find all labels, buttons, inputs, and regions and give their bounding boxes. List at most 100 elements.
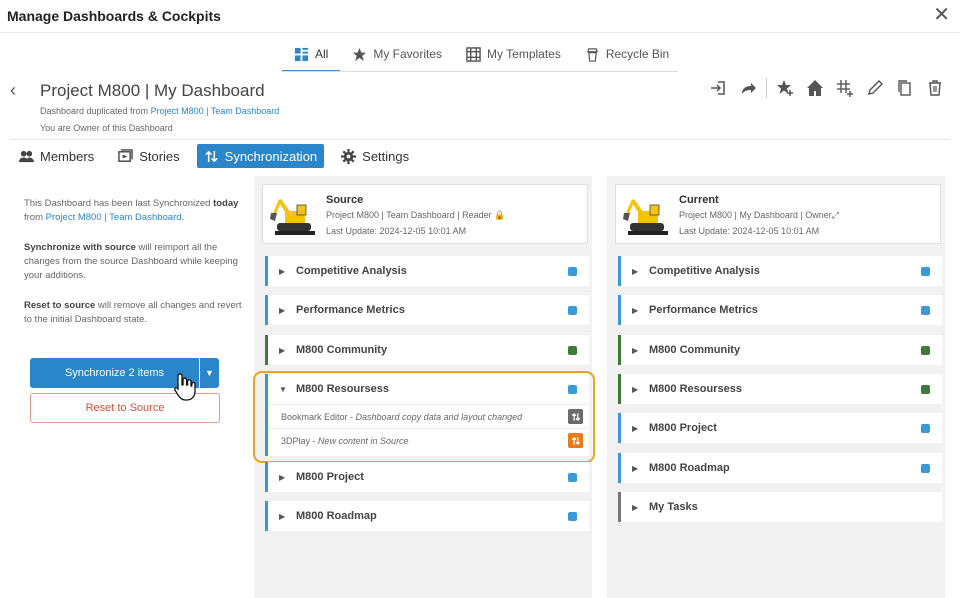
current-item-m800-roadmap[interactable]: ▶ M800 Roadmap: [618, 453, 942, 483]
duplicated-prefix: Dashboard duplicated from: [40, 106, 151, 116]
dashboard-subtabs: Members Stories Synchronization Settings: [12, 144, 416, 168]
pencil-icon: ⤢: [831, 210, 839, 220]
expand-triangle-icon: ▶: [279, 345, 286, 355]
trash-icon: [929, 80, 941, 96]
subtab-label: Settings: [362, 148, 410, 164]
dashboard-toolbar: [706, 78, 947, 98]
item-label: M800 Resoursess: [649, 383, 742, 395]
item-label: M800 Community: [296, 344, 388, 356]
child-name: Bookmark Editor -: [281, 411, 356, 422]
current-item-competitive-analysis[interactable]: ▶ Competitive Analysis: [618, 256, 942, 286]
source-item-performance-metrics[interactable]: ▶ Performance Metrics: [265, 295, 589, 325]
delete-button[interactable]: [923, 78, 947, 98]
view-tabs: All My Favorites My Templates Recycle Bi…: [282, 38, 681, 72]
synchronize-dropdown-button[interactable]: ▼: [200, 358, 219, 388]
sync-icon: [571, 412, 580, 421]
edit-button[interactable]: [863, 78, 887, 98]
close-button[interactable]: ✕: [933, 5, 950, 25]
sync-description: This Dashboard has been last Synchronize…: [24, 197, 252, 343]
expand-triangle-icon: ▶: [279, 305, 286, 315]
favorite-button[interactable]: [773, 78, 797, 98]
subtab-members[interactable]: Members: [12, 144, 101, 168]
item-label: M800 Project: [649, 422, 717, 434]
subtab-settings[interactable]: Settings: [334, 144, 416, 168]
duplicate-button[interactable]: [893, 78, 917, 98]
subtab-stories[interactable]: Stories: [111, 144, 186, 168]
hand-cursor-icon: [174, 373, 196, 401]
child-desc: Dashboard copy data and layout changed: [355, 411, 523, 422]
sync-badge-button[interactable]: [568, 433, 583, 448]
status-dot: [921, 384, 930, 394]
text-bold: today: [213, 198, 239, 209]
status-dot: [568, 472, 577, 482]
dashboard-title: Project M800 | My Dashboard: [40, 81, 265, 100]
current-item-m800-resoursess[interactable]: ▶ M800 Resoursess: [618, 374, 942, 404]
collapse-triangle-icon: ▼: [279, 384, 287, 394]
template-button[interactable]: [833, 78, 857, 98]
source-item-m800-resoursess[interactable]: ▼ M800 Resoursess Bookmark Editor - Dash…: [265, 374, 589, 456]
status-dot: [568, 266, 577, 276]
window-title: Manage Dashboards & Cockpits: [7, 8, 221, 24]
current-item-m800-project[interactable]: ▶ M800 Project: [618, 413, 942, 443]
gear-icon: [341, 148, 357, 164]
current-item-m800-community[interactable]: ▶ M800 Community: [618, 335, 942, 365]
tab-label: Recycle Bin: [605, 47, 670, 61]
home-button[interactable]: [803, 78, 827, 98]
tabs-divider: [282, 71, 678, 72]
back-chevron-icon[interactable]: ‹: [10, 80, 16, 101]
source-item-m800-roadmap[interactable]: ▶ M800 Roadmap: [265, 501, 589, 531]
star-icon: [353, 47, 367, 61]
tab-all[interactable]: All: [282, 38, 341, 72]
item-label: M800 Roadmap: [296, 510, 377, 522]
grid-icon: [294, 47, 309, 61]
item-label: My Tasks: [649, 501, 698, 513]
excavator-icon: [269, 191, 321, 239]
child-row-bookmark-editor: Bookmark Editor - Dashboard copy data an…: [268, 404, 589, 428]
source-item-m800-community[interactable]: ▶ M800 Community: [265, 335, 589, 365]
status-dot: [921, 345, 930, 355]
copy-icon: [898, 80, 911, 96]
item-label: Competitive Analysis: [649, 265, 760, 277]
item-label: Performance Metrics: [296, 304, 405, 316]
expand-triangle-icon: ▶: [279, 511, 286, 521]
source-subtitle: Project M800 | Team Dashboard | Reader 🔒: [326, 210, 505, 221]
lock-icon: 🔒: [494, 210, 506, 220]
source-dashboard-link[interactable]: Project M800 | Team Dashboard: [151, 106, 280, 116]
current-last-update: Last Update: 2024-12-05 10:01 AM: [679, 226, 820, 236]
home-icon: [807, 80, 823, 96]
enter-icon: [711, 81, 725, 95]
expand-triangle-icon: ▶: [632, 345, 639, 355]
header-divider: [10, 139, 950, 140]
child-text: Bookmark Editor - Dashboard copy data an…: [281, 412, 568, 422]
expand-triangle-icon: ▶: [632, 502, 639, 512]
expanded-item-header[interactable]: ▼ M800 Resoursess: [268, 374, 589, 404]
status-dot: [921, 305, 930, 315]
share-button[interactable]: [736, 78, 760, 98]
source-item-m800-project[interactable]: ▶ M800 Project: [265, 462, 589, 492]
text-bold: Reset to source: [24, 300, 96, 311]
members-icon: [19, 150, 34, 162]
sync-icon: [571, 436, 580, 445]
source-item-competitive-analysis[interactable]: ▶ Competitive Analysis: [265, 256, 589, 286]
text-bold: Synchronize with source: [24, 242, 136, 253]
status-dot: [568, 511, 577, 521]
share-arrow-icon: [742, 83, 756, 94]
tab-recycle-bin[interactable]: Recycle Bin: [573, 38, 681, 72]
open-button[interactable]: [706, 78, 730, 98]
tab-my-templates[interactable]: My Templates: [454, 38, 573, 72]
star-plus-icon: [777, 80, 793, 96]
sync-badge-button[interactable]: [568, 409, 583, 424]
source-sub-text: Project M800 | Team Dashboard | Reader: [326, 210, 492, 220]
text-part: This Dashboard has been last Synchronize…: [24, 198, 214, 209]
expand-triangle-icon: ▶: [632, 384, 639, 394]
source-last-update: Last Update: 2024-12-05 10:01 AM: [326, 226, 467, 236]
status-dot: [568, 345, 577, 355]
item-label: Competitive Analysis: [296, 265, 407, 277]
current-item-performance-metrics[interactable]: ▶ Performance Metrics: [618, 295, 942, 325]
subtab-synchronization[interactable]: Synchronization: [196, 144, 325, 168]
source-link[interactable]: Project M800 | Team Dashboard: [46, 212, 182, 223]
source-header-card: Source Project M800 | Team Dashboard | R…: [262, 184, 588, 244]
status-dot: [921, 423, 930, 433]
tab-my-favorites[interactable]: My Favorites: [340, 38, 454, 72]
current-item-my-tasks[interactable]: ▶ My Tasks: [618, 492, 942, 522]
